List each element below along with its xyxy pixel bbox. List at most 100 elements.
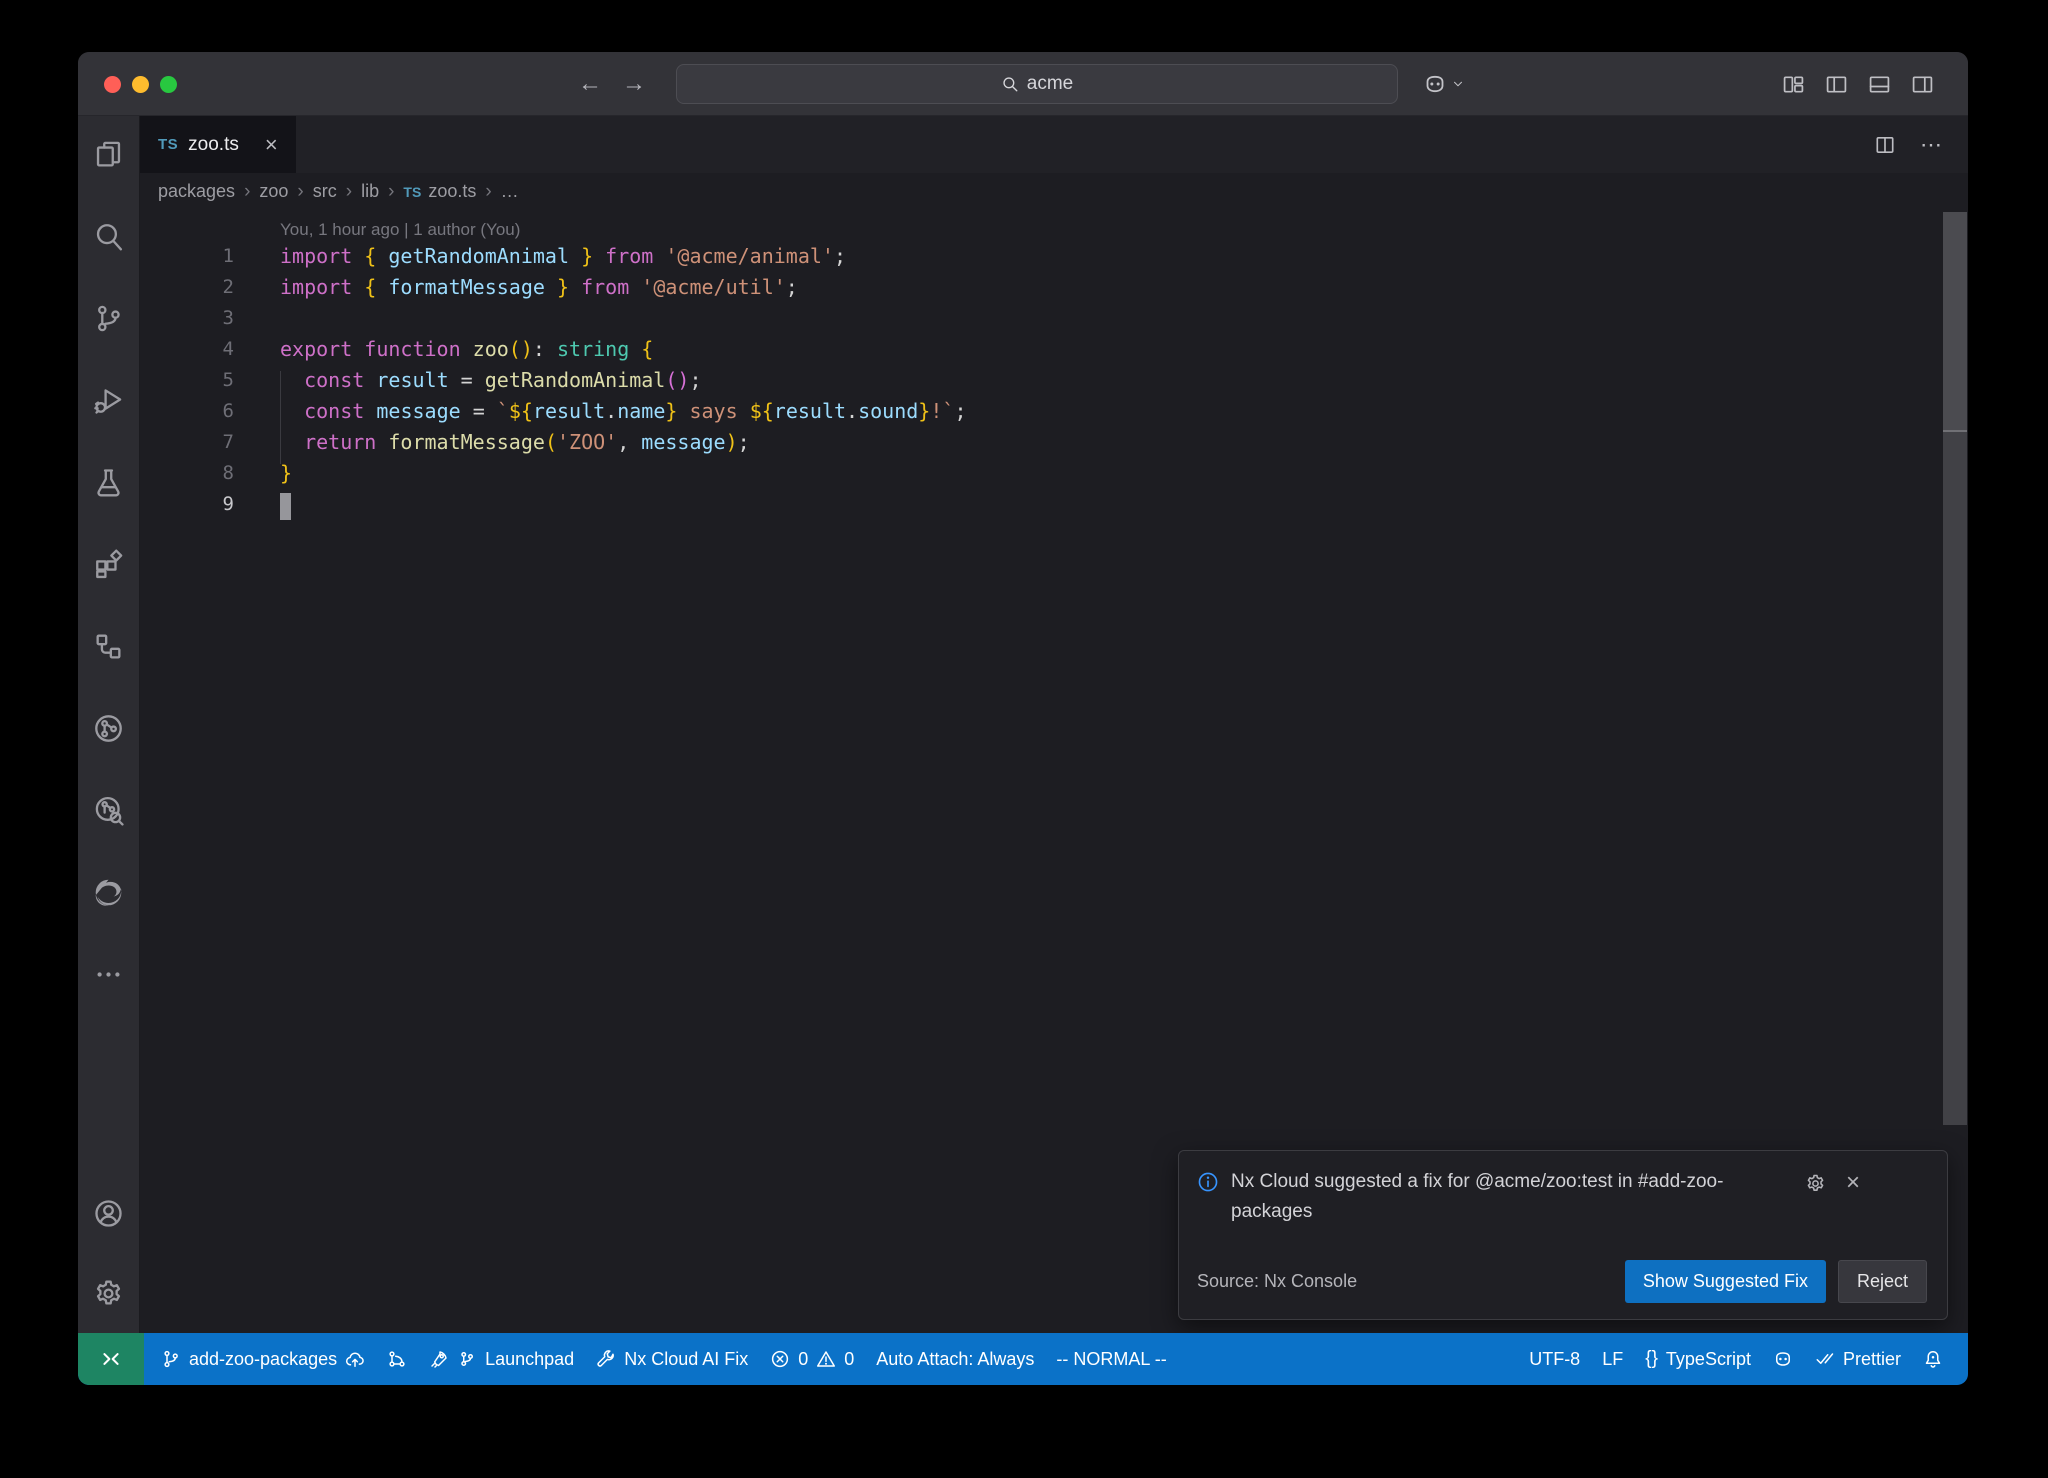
forward-button[interactable]: → (622, 70, 646, 98)
back-button[interactable]: ← (578, 70, 602, 98)
breadcrumb-item-lib[interactable]: lib (361, 181, 379, 202)
tab-zoo-ts[interactable]: TS zoo.ts × (140, 116, 296, 173)
code-line-6[interactable]: 6 const message = `${result.name} says $… (140, 396, 1968, 427)
remote-icon (100, 1348, 122, 1370)
double-check-icon (1815, 1349, 1835, 1369)
toggle-panel-button[interactable] (1868, 73, 1891, 96)
status-text: TypeScript (1666, 1349, 1751, 1370)
activity-bar (78, 116, 140, 1333)
breadcrumb-item-src[interactable]: src (313, 181, 337, 202)
activity-bar-edge-devtools[interactable] (81, 864, 137, 920)
code-editor[interactable]: You, 1 hour ago | 1 author (You) 1import… (140, 210, 1968, 1333)
window-controls (104, 52, 177, 116)
activity-bar-testing[interactable] (81, 454, 137, 510)
status-item-auto-attach[interactable]: Auto Attach: Always (865, 1333, 1045, 1385)
layout-customize-icon (1782, 73, 1805, 96)
status-text: LF (1602, 1349, 1623, 1370)
customize-layout-button[interactable] (1782, 73, 1805, 96)
split-editor-button[interactable] (1874, 134, 1896, 156)
warning-triangle-icon (816, 1349, 836, 1369)
activity-bar-git-graph-view[interactable] (81, 782, 137, 838)
status-item-notifications-bell[interactable] (1912, 1333, 1954, 1385)
code-line-2[interactable]: 2import { formatMessage } from '@acme/ut… (140, 272, 1968, 303)
more-actions-button[interactable]: ⋯ (1920, 132, 1944, 158)
status-item-nx-cloud-ai-fix[interactable]: Nx Cloud AI Fix (585, 1333, 759, 1385)
editor-scrollbar-track[interactable] (1943, 432, 1967, 1125)
activity-bar-run-and-debug[interactable] (81, 372, 137, 428)
info-icon (1197, 1171, 1219, 1193)
status-item-language-mode[interactable]: {} TypeScript (1634, 1333, 1762, 1385)
tab-close-icon[interactable]: × (265, 134, 278, 156)
gear-icon (93, 1278, 124, 1309)
code-line-5[interactable]: 5 const result = getRandomAnimal(); (140, 365, 1968, 396)
activity-bar-extensions[interactable] (81, 536, 137, 592)
bell-dot-icon (1923, 1349, 1943, 1369)
activity-bar-nx-console[interactable] (81, 618, 137, 674)
breadcrumb-overflow[interactable]: … (501, 181, 519, 202)
layout-panel-icon (1868, 73, 1891, 96)
maximize-window-button[interactable] (160, 76, 177, 93)
command-center-search[interactable]: acme (676, 64, 1398, 104)
status-bar-left: add-zoo-packages Launchpad Nx Cloud AI Fix… (144, 1333, 1178, 1385)
status-item-prettier[interactable]: Prettier (1804, 1333, 1912, 1385)
vim-block-cursor (280, 493, 291, 520)
layout-controls (1782, 52, 1934, 116)
activity-bar-accounts[interactable] (81, 1185, 137, 1241)
remote-indicator[interactable] (78, 1333, 144, 1385)
status-item-problems[interactable]: 00 (759, 1333, 865, 1385)
code-line-9[interactable]: 9 (140, 489, 1968, 520)
status-item-vim-mode[interactable]: -- NORMAL -- (1045, 1333, 1177, 1385)
type-hierarchy-icon (93, 631, 124, 662)
status-item-encoding[interactable]: UTF-8 (1518, 1333, 1591, 1385)
close-window-button[interactable] (104, 76, 121, 93)
activity-bar-source-control[interactable] (81, 290, 137, 346)
activity-bar-manage-settings[interactable] (81, 1265, 137, 1321)
ellipsis-dots-icon (93, 959, 124, 990)
reject-button[interactable]: Reject (1838, 1260, 1927, 1303)
code-line-3[interactable]: 3 (140, 303, 1968, 334)
notification-source: Source: Nx Console (1197, 1266, 1357, 1297)
breadcrumb-item-zoo[interactable]: zoo (259, 181, 288, 202)
activity-bar-nx-cloud[interactable] (81, 700, 137, 756)
desktop-background: ← → acme TS zoo.ts × ⋯ (0, 0, 2048, 1478)
braces-icon: {} (1645, 1348, 1658, 1370)
error-circle-icon (770, 1349, 790, 1369)
activity-bar-search[interactable] (81, 208, 137, 264)
search-big-icon (93, 221, 124, 252)
status-item-launchpad[interactable]: Launchpad (418, 1333, 585, 1385)
toggle-secondary-sidebar-button[interactable] (1911, 73, 1934, 96)
code-line-7[interactable]: 7 return formatMessage('ZOO', message); (140, 427, 1968, 458)
tab-strip: TS zoo.ts × ⋯ (140, 116, 1968, 173)
git-graph-icon (387, 1349, 407, 1369)
status-text: Nx Cloud AI Fix (624, 1349, 748, 1370)
minimize-window-button[interactable] (132, 76, 149, 93)
code-line-4[interactable]: 4export function zoo(): string { (140, 334, 1968, 365)
breadcrumb-item-file[interactable]: TSzoo.ts (403, 181, 476, 202)
show-suggested-fix-button[interactable]: Show Suggested Fix (1625, 1260, 1826, 1303)
status-item-eol[interactable]: LF (1591, 1333, 1634, 1385)
rocket-icon (429, 1349, 449, 1369)
code-text: return formatMessage('ZOO', message); (280, 427, 750, 458)
status-text: Launchpad (485, 1349, 574, 1370)
line-number: 8 (140, 458, 280, 489)
code-text: import { formatMessage } from '@acme/uti… (280, 272, 798, 303)
editor-scrollbar[interactable] (1943, 212, 1967, 432)
notification-settings-button[interactable] (1805, 1171, 1826, 1195)
status-item-git-branch[interactable]: add-zoo-packages (150, 1333, 376, 1385)
line-number: 6 (140, 396, 280, 427)
notification-close-button[interactable]: × (1846, 1171, 1860, 1195)
debug-icon (93, 385, 124, 416)
code-line-1[interactable]: 1import { getRandomAnimal } from '@acme/… (140, 241, 1968, 272)
typescript-file-icon: TS (403, 184, 421, 200)
activity-bar-additional-views[interactable] (81, 946, 137, 1002)
status-item-copilot-status[interactable] (1762, 1333, 1804, 1385)
status-text: Prettier (1843, 1349, 1901, 1370)
layout-sidebar-right-icon (1911, 73, 1934, 96)
breadcrumb-item-packages[interactable]: packages (158, 181, 235, 202)
code-line-8[interactable]: 8} (140, 458, 1968, 489)
copilot-menu[interactable] (1423, 52, 1465, 116)
activity-bar-explorer[interactable] (81, 126, 137, 182)
titlebar: ← → acme (78, 52, 1968, 116)
status-item-nx-graph[interactable] (376, 1333, 418, 1385)
toggle-primary-sidebar-button[interactable] (1825, 73, 1848, 96)
